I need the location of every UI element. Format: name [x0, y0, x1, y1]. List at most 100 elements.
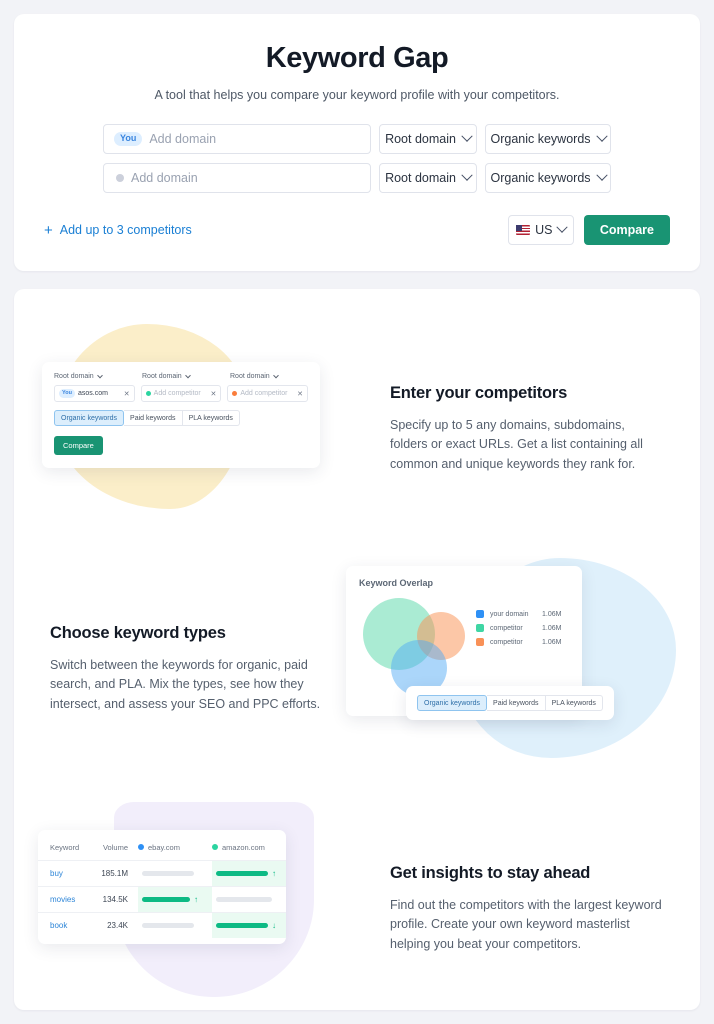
keyword-type-select-1[interactable]: Organic keywords	[485, 124, 611, 154]
cell-ebay-bar	[138, 912, 212, 938]
mini-domain-input-1[interactable]: You asos.com ✕	[54, 385, 135, 402]
you-badge: You	[59, 389, 75, 398]
cell-keyword: buy	[38, 860, 91, 887]
table-header-row: Keyword Volume ebay.com amazon.com	[38, 834, 286, 861]
mini-tab-organic[interactable]: Organic keywords	[54, 410, 125, 426]
mini-competitors-panel: Root domain Root domain Root domain You …	[42, 362, 320, 468]
compare-form: You Add domain Root domain Organic keywo…	[30, 124, 684, 245]
compare-button[interactable]: Compare	[583, 215, 670, 245]
form-footer-actions: US Compare	[507, 215, 670, 245]
mini-scope-label-2: Root domain	[142, 373, 182, 380]
keyword-table-card: Keyword Volume ebay.com amazon.com buy 1…	[38, 830, 286, 944]
domain-row-2: Add domain Root domain Organic keywords	[36, 163, 678, 193]
mini-domain-value-1: asos.com	[77, 390, 108, 397]
cell-keyword: book	[38, 912, 91, 938]
mini-scope-select-3[interactable]: Root domain	[230, 372, 308, 380]
feature-heading-2: Choose keyword types	[50, 623, 226, 642]
legend-value: 1.06M	[542, 624, 562, 632]
close-icon[interactable]: ✕	[210, 390, 216, 398]
overlap-tab-paid[interactable]: Paid keywords	[487, 695, 546, 711]
keyword-type-select-2[interactable]: Organic keywords	[485, 163, 611, 193]
feature-body-2: Switch between the keywords for organic,…	[50, 657, 321, 711]
close-icon[interactable]: ✕	[124, 390, 130, 398]
mini-tab-pla[interactable]: PLA keywords	[182, 410, 240, 426]
keyword-overlap-title: Keyword Overlap	[359, 578, 434, 588]
overlap-keyword-tabs: Organic keywords Paid keywords PLA keywo…	[406, 686, 614, 720]
plus-icon: +	[44, 221, 53, 239]
hero-card: Keyword Gap A tool that helps you compar…	[14, 14, 700, 271]
cell-ebay-bar: ↑	[138, 886, 212, 913]
feature-enter-competitors: Root domain Root domain Root domain You …	[36, 309, 678, 549]
legend-label: your domain	[490, 610, 529, 618]
chevron-down-icon	[595, 169, 608, 181]
add-competitors-button[interactable]: + Add up to 3 competitors	[44, 223, 192, 238]
country-select[interactable]: US	[507, 215, 574, 245]
venn-legend: your domain 1.06M competitor 1.06M compe…	[476, 610, 561, 646]
us-flag-icon	[516, 225, 531, 235]
legend-label: competitor	[490, 624, 523, 632]
figure-competitors: Root domain Root domain Root domain You …	[36, 314, 376, 544]
figure-keyword-table: Keyword Volume ebay.com amazon.com buy 1…	[36, 794, 376, 1010]
chevron-down-icon	[272, 372, 279, 378]
chevron-down-icon	[461, 130, 473, 142]
overlap-tab-pla[interactable]: PLA keywords	[545, 695, 603, 711]
feature-body-1: Specify up to 5 any domains, subdomains,…	[390, 417, 643, 471]
mini-scope-label-1: Root domain	[54, 373, 94, 380]
chevron-down-icon	[96, 372, 103, 378]
col-amazon: amazon.com	[212, 834, 286, 861]
domain-placeholder-2: Add domain	[131, 171, 198, 185]
col-amazon-label: amazon.com	[222, 843, 265, 852]
domain-input-2[interactable]: Add domain	[103, 163, 371, 193]
chevron-down-icon	[555, 221, 568, 233]
chevron-down-icon	[461, 169, 473, 181]
feature-heading-3: Get insights to stay ahead	[390, 863, 591, 882]
scope-select-1-label: Root domain	[385, 132, 456, 146]
mini-scope-select-2[interactable]: Root domain	[142, 372, 220, 380]
page-root: Keyword Gap A tool that helps you compar…	[0, 0, 714, 1024]
legend-item: competitor 1.06M	[476, 624, 561, 632]
col-ebay: ebay.com	[138, 834, 212, 861]
legend-swatch-competitor-green	[476, 624, 484, 632]
trend-down-icon: ↓	[272, 920, 276, 930]
feature-heading-1: Enter your competitors	[390, 383, 568, 402]
legend-value: 1.06M	[542, 610, 562, 618]
overlap-tab-organic[interactable]: Organic keywords	[417, 695, 488, 711]
table-row[interactable]: movies 134.5K ↑	[38, 886, 286, 913]
series-dot-ebay-icon	[138, 844, 144, 850]
keyword-table: Keyword Volume ebay.com amazon.com buy 1…	[38, 834, 286, 938]
mini-domain-input-3[interactable]: Add competitor ✕	[227, 385, 309, 402]
feature-body-3: Find out the competitors with the larges…	[390, 897, 662, 951]
mini-keyword-tabs: Organic keywords Paid keywords PLA keywo…	[54, 410, 308, 426]
competitor-dot-icon	[232, 391, 238, 396]
mini-tab-paid[interactable]: Paid keywords	[124, 410, 183, 426]
cell-volume: 23.4K	[90, 912, 138, 938]
legend-item: your domain 1.06M	[476, 610, 561, 618]
mini-domain-placeholder-3: Add competitor	[240, 390, 288, 397]
domain-input-1[interactable]: You Add domain	[103, 124, 371, 154]
close-icon[interactable]: ✕	[297, 390, 303, 398]
cell-ebay-bar	[138, 860, 212, 887]
mini-scope-row: Root domain Root domain Root domain	[54, 372, 308, 380]
legend-value: 1.06M	[542, 638, 562, 646]
page-title: Keyword Gap	[265, 42, 449, 74]
domain-placeholder-1: Add domain	[149, 132, 217, 146]
table-row[interactable]: buy 185.1M ↑	[38, 860, 286, 887]
form-footer: + Add up to 3 competitors US Compare	[36, 215, 678, 245]
competitor-dot-icon	[116, 174, 124, 182]
country-select-label: US	[535, 223, 553, 237]
mini-domain-input-2[interactable]: Add competitor ✕	[140, 385, 222, 402]
legend-swatch-competitor-orange	[476, 638, 484, 646]
mini-scope-select-1[interactable]: Root domain	[54, 372, 132, 380]
scope-select-2-label: Root domain	[385, 171, 456, 185]
page-subtitle: A tool that helps you compare your keywo…	[154, 88, 560, 102]
mini-compare-button[interactable]: Compare	[54, 436, 103, 455]
keyword-type-select-2-label: Organic keywords	[490, 171, 591, 185]
table-row[interactable]: book 23.4K ↓	[38, 912, 286, 938]
scope-select-2[interactable]: Root domain	[379, 163, 477, 193]
cell-volume: 185.1M	[90, 860, 138, 887]
scope-select-1[interactable]: Root domain	[379, 124, 477, 154]
mini-scope-label-3: Root domain	[230, 373, 270, 380]
feature-copy-3: Get insights to stay ahead Find out the …	[376, 864, 678, 954]
domain-row-1: You Add domain Root domain Organic keywo…	[36, 124, 678, 154]
feature-keyword-types: Keyword Overlap your domain 1.06M compet…	[36, 549, 678, 789]
